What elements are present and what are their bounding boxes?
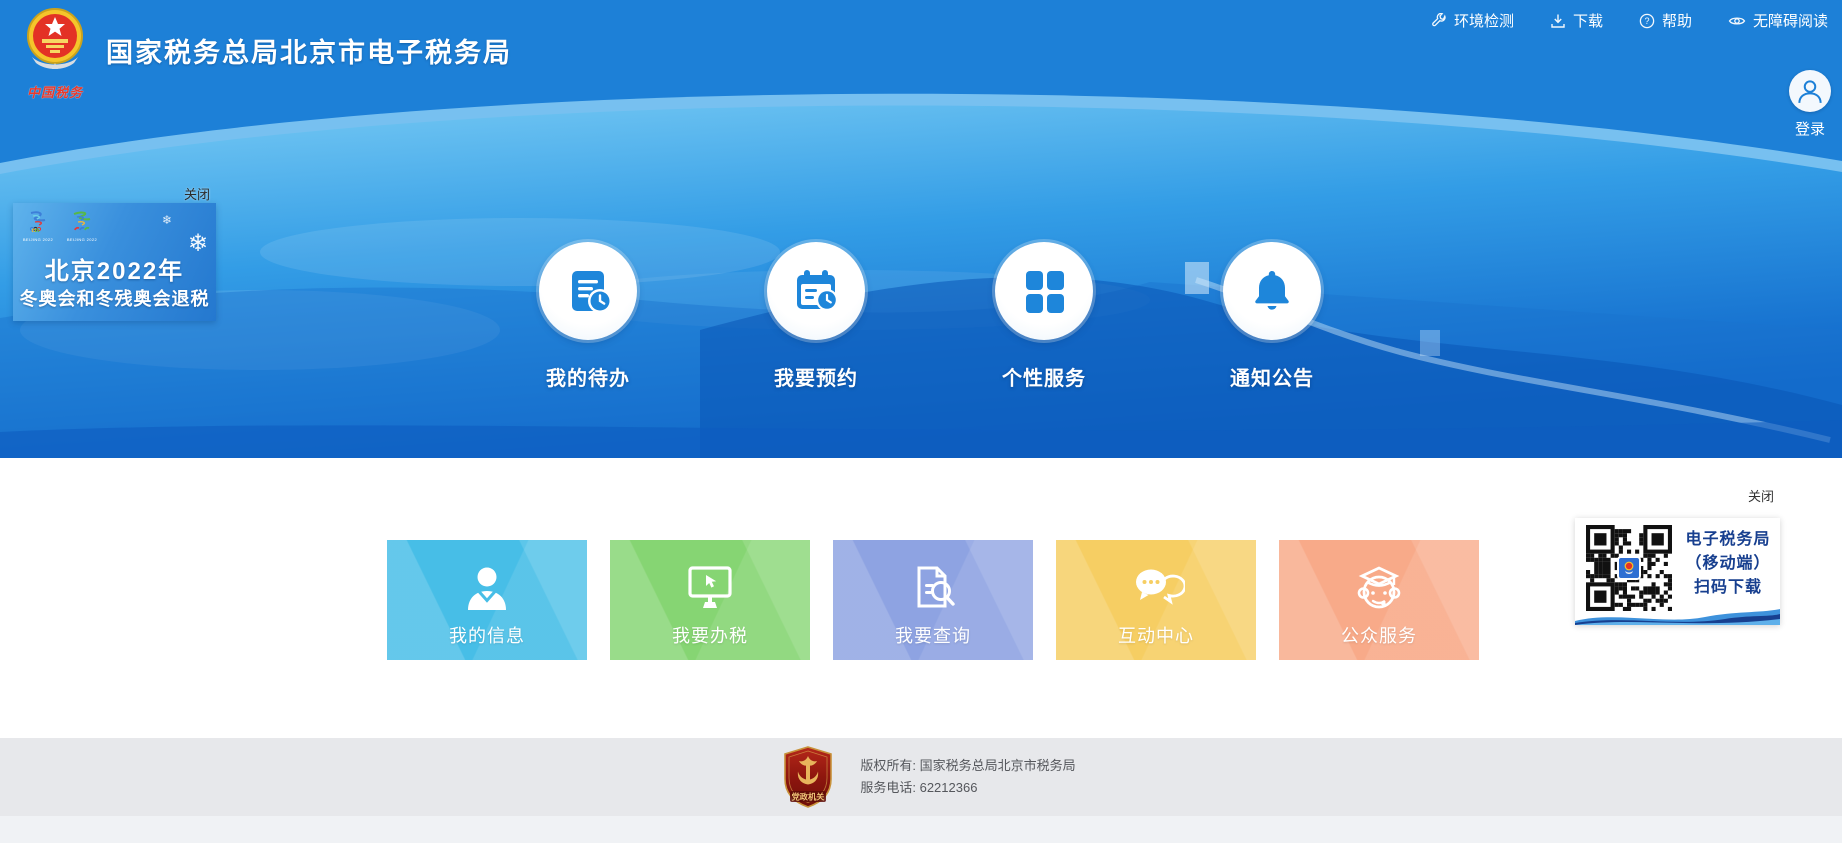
mobile-app-qr-panel[interactable]: 电子税务局 （移动端） 扫码下载	[1575, 518, 1780, 625]
card-label: 互动中心	[1056, 622, 1256, 648]
snowflake-icon: ❄	[162, 213, 172, 227]
wrench-icon	[1431, 13, 1447, 29]
card-interaction-center[interactable]: 互动中心	[1056, 540, 1256, 660]
grid-apps-icon	[995, 242, 1093, 340]
site-title: 国家税务总局北京市电子税务局	[106, 31, 512, 70]
document-search-icon	[833, 540, 1033, 614]
main-section: 关闭 我的信息	[0, 458, 1842, 738]
banner-line1: 北京2022年	[13, 251, 216, 286]
party-government-badge-icon: 党政机关	[782, 746, 834, 808]
nav-label: 无障碍阅读	[1753, 10, 1828, 31]
quick-link-label: 我要预约	[746, 362, 886, 391]
chat-bubbles-icon	[1056, 540, 1256, 614]
footer: 党政机关 版权所有: 国家税务总局北京市税务局 服务电话: 62212366	[0, 738, 1842, 816]
service-cards: 我的信息 我要办税	[387, 540, 1479, 660]
quick-link-notices[interactable]: 通知公告	[1202, 242, 1342, 391]
page: 中国税务 国家税务总局北京市电子税务局 环境检测 下载 ? 帮助	[0, 0, 1842, 843]
qr-code	[1586, 525, 1672, 611]
olympic-logo-caption: BEIJING 2022	[21, 237, 55, 242]
quick-link-label: 我的待办	[518, 362, 658, 391]
card-label: 我要查询	[833, 622, 1033, 648]
card-my-info[interactable]: 我的信息	[387, 540, 587, 660]
qr-caption-line: 扫码下载	[1679, 576, 1777, 600]
login-button[interactable]: 登录	[1786, 70, 1834, 139]
qr-center-tax-logo-icon	[1617, 556, 1641, 580]
nav-item-download[interactable]: 下载	[1550, 10, 1603, 31]
nav-label: 下载	[1573, 10, 1603, 31]
footer-bottom-strip	[0, 816, 1842, 843]
beijing2022-paralympic-logo: BEIJING 2022	[65, 210, 99, 242]
quick-link-personal-services[interactable]: 个性服务	[974, 242, 1114, 391]
qr-caption: 电子税务局 （移动端） 扫码下载	[1679, 528, 1777, 600]
footer-phone: 服务电话: 62212366	[860, 777, 1075, 799]
banner-line2: 冬奥会和冬残奥会退税	[13, 285, 216, 311]
card-inquiry[interactable]: 我要查询	[833, 540, 1033, 660]
card-public-services[interactable]: 公众服务	[1279, 540, 1479, 660]
card-label: 公众服务	[1279, 622, 1479, 648]
login-label: 登录	[1786, 118, 1834, 139]
qr-caption-line: 电子税务局	[1679, 528, 1777, 552]
badge-label: 党政机关	[792, 792, 826, 802]
wave-decoration	[1575, 607, 1780, 625]
quick-link-label: 通知公告	[1202, 362, 1342, 391]
bell-icon	[1223, 242, 1321, 340]
nav-item-env-check[interactable]: 环境检测	[1431, 10, 1514, 31]
nav-label: 帮助	[1662, 10, 1692, 31]
winter-olympics-banner[interactable]: BEIJING 2022 BEIJING 2022 ❄ ❄ 北京2022	[13, 203, 216, 321]
graduate-headset-icon	[1279, 540, 1479, 614]
eye-icon	[1728, 13, 1746, 29]
olympic-logos: BEIJING 2022 BEIJING 2022	[21, 210, 99, 242]
qr-close-button[interactable]: 关闭	[1748, 486, 1774, 505]
avatar	[1789, 70, 1831, 112]
banner-close-button[interactable]: 关闭	[184, 184, 210, 203]
calendar-clock-icon	[767, 242, 865, 340]
download-icon	[1550, 13, 1566, 29]
user-icon	[387, 540, 587, 614]
tax-emblem-icon	[24, 5, 86, 77]
todo-list-clock-icon	[539, 242, 637, 340]
footer-copyright: 版权所有: 国家税务总局北京市税务局	[860, 755, 1075, 777]
card-tax-filing[interactable]: 我要办税	[610, 540, 810, 660]
nav-item-accessibility[interactable]: 无障碍阅读	[1728, 10, 1828, 31]
svg-text:?: ?	[1644, 16, 1649, 26]
top-nav: 环境检测 下载 ? 帮助 无障碍阅读	[1431, 10, 1828, 31]
qr-caption-line: （移动端）	[1679, 552, 1777, 576]
nav-label: 环境检测	[1454, 10, 1514, 31]
nav-item-help[interactable]: ? 帮助	[1639, 10, 1692, 31]
help-icon: ?	[1639, 13, 1655, 29]
hero-header: 中国税务 国家税务总局北京市电子税务局 环境检测 下载 ? 帮助	[0, 0, 1842, 458]
logo-caption: 中国税务	[20, 82, 90, 101]
quick-link-my-todo[interactable]: 我的待办	[518, 242, 658, 391]
paralympic-logo-caption: BEIJING 2022	[65, 237, 99, 242]
card-label: 我要办税	[610, 622, 810, 648]
monitor-cursor-icon	[610, 540, 810, 614]
person-icon	[1795, 76, 1825, 106]
quick-link-label: 个性服务	[974, 362, 1114, 391]
card-label: 我的信息	[387, 622, 587, 648]
site-logo: 中国税务	[20, 5, 90, 101]
quick-link-appointment[interactable]: 我要预约	[746, 242, 886, 391]
beijing2022-olympic-logo: BEIJING 2022	[21, 210, 55, 242]
